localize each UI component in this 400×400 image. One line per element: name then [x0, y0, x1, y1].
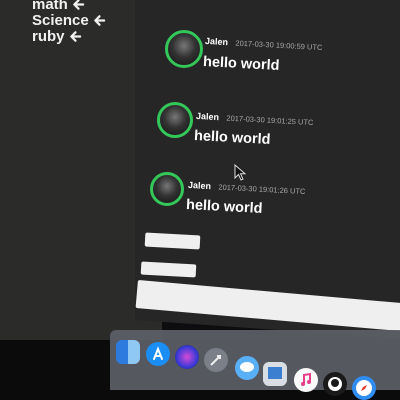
- message-author: Jalen: [195, 110, 220, 123]
- message-author: Jalen: [187, 179, 212, 192]
- avatar: [157, 102, 193, 138]
- siri-icon[interactable]: [175, 345, 199, 369]
- launchpad-icon[interactable]: [204, 348, 228, 372]
- messages-icon[interactable]: [235, 356, 259, 380]
- message-timestamp: 2017-03-30 19:01:25 UTC: [226, 113, 314, 128]
- screen: math Science ruby Jalen 2017-03-30 19:00…: [0, 0, 400, 400]
- author-input[interactable]: [144, 232, 201, 250]
- message-timestamp: 2017-03-30 19:01:26 UTC: [218, 182, 306, 197]
- message-timestamp: 2017-03-30 19:00:59 UTC: [235, 38, 323, 53]
- finder-icon[interactable]: [116, 340, 140, 364]
- message-author: Jalen: [204, 35, 229, 48]
- itunes-icon[interactable]: [294, 368, 318, 392]
- arrow-left-icon: [93, 14, 106, 27]
- github-icon[interactable]: [323, 372, 347, 396]
- sidebar-item-ruby[interactable]: ruby: [32, 28, 82, 45]
- avatar: [150, 172, 184, 206]
- sidebar-item-label: Science: [32, 12, 89, 29]
- safari-icon[interactable]: [352, 376, 376, 400]
- sidebar-item-science[interactable]: Science: [32, 12, 106, 29]
- arrow-left-icon: [72, 0, 85, 11]
- preview-icon[interactable]: [263, 362, 287, 386]
- avatar: [165, 30, 203, 68]
- sidebar-item-label: ruby: [32, 28, 65, 45]
- mouse-cursor-icon: [234, 163, 248, 187]
- app-store-icon[interactable]: [146, 342, 170, 366]
- arrow-left-icon: [69, 30, 82, 43]
